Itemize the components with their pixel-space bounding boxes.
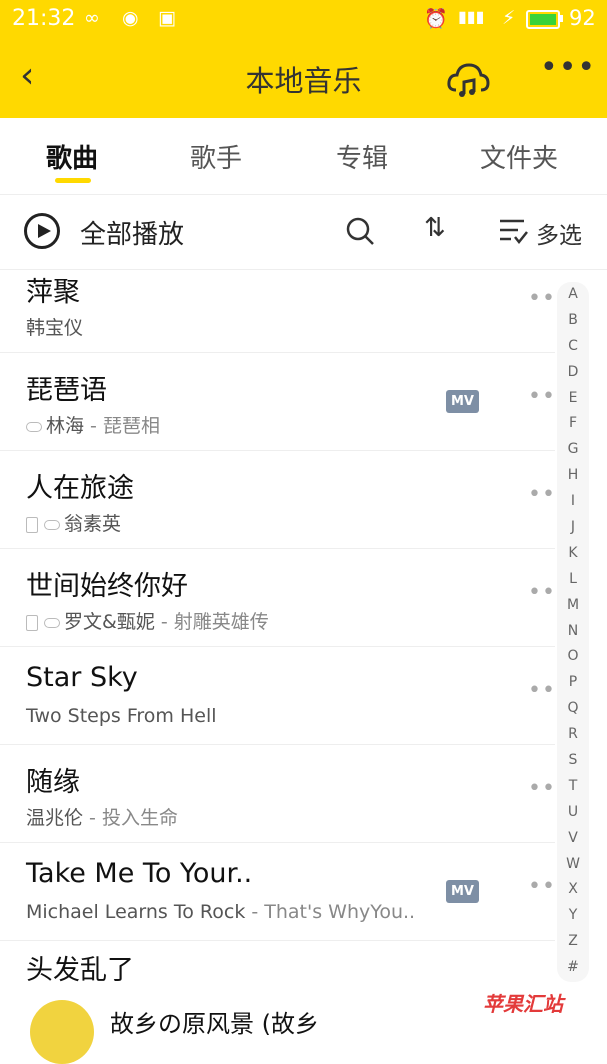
song-meta: 罗文&甄妮 - 射雕英雄传	[26, 607, 269, 634]
song-meta: 翁素英	[26, 509, 121, 536]
alphabet-index-letter[interactable]: K	[557, 541, 589, 567]
battery-cap	[560, 15, 563, 22]
song-row[interactable]: 琵琶语 林海 - 琵琶相 MV •••	[0, 352, 569, 451]
alphabet-index-letter[interactable]: X	[557, 877, 589, 903]
song-title: 萍聚	[26, 277, 80, 308]
song-artist: 韩宝仪	[26, 317, 84, 339]
alphabet-index-letter[interactable]: E	[557, 386, 589, 412]
alphabet-index[interactable]: A B C D E F G H I J K L M N O P Q R S T U V W X Y Z #	[557, 282, 589, 982]
multi-select-button[interactable]: 多选	[536, 216, 582, 250]
charging-icon: ⚡	[502, 7, 516, 29]
mini-player-album-art[interactable]	[30, 1000, 94, 1064]
song-title: 世间始终你好	[26, 571, 188, 602]
page-title: 本地音乐	[245, 64, 362, 98]
song-title: Take Me To Your..	[26, 858, 253, 889]
watermark: 苹果汇站	[483, 992, 563, 1016]
cloud-icon	[44, 617, 60, 628]
alphabet-index-letter[interactable]: C	[557, 334, 589, 360]
alphabet-index-letter[interactable]: S	[557, 748, 589, 774]
play-circle-icon[interactable]	[24, 213, 60, 249]
song-meta: 林海 - 琵琶相	[26, 411, 160, 438]
alphabet-index-letter[interactable]: T	[557, 774, 589, 800]
alphabet-index-letter[interactable]: F	[557, 411, 589, 437]
alphabet-index-letter[interactable]: Q	[557, 696, 589, 722]
mv-badge[interactable]: MV	[446, 390, 479, 413]
song-artist: 温兆伦	[26, 807, 84, 829]
alphabet-index-letter[interactable]: O	[557, 644, 589, 670]
song-row[interactable]: 萍聚 韩宝仪 •••	[0, 254, 569, 353]
image-icon: ▣	[158, 7, 176, 29]
alphabet-index-letter[interactable]: Y	[557, 903, 589, 929]
tab-songs[interactable]: 歌曲	[46, 138, 98, 175]
tab-albums[interactable]: 专辑	[336, 138, 388, 175]
local-file-icon	[26, 516, 38, 533]
alphabet-index-letter[interactable]: I	[557, 489, 589, 515]
song-title: 人在旅途	[26, 473, 134, 504]
song-album: - 射雕英雄传	[154, 611, 269, 633]
song-title: 琵琶语	[26, 375, 107, 406]
song-title: 随缘	[26, 767, 80, 798]
battery-icon	[526, 10, 560, 29]
active-tab-indicator	[55, 178, 91, 183]
alphabet-index-letter[interactable]: B	[557, 308, 589, 334]
alphabet-index-letter[interactable]: Z	[557, 929, 589, 955]
alphabet-index-letter[interactable]: L	[557, 567, 589, 593]
song-meta: Michael Learns To Rock - That's WhyYou..	[26, 901, 415, 923]
alarm-icon: ⏰	[424, 8, 448, 30]
alphabet-index-letter[interactable]: W	[557, 852, 589, 878]
song-artist: Michael Learns To Rock	[26, 901, 246, 923]
play-all-button[interactable]: 全部播放	[80, 214, 184, 251]
alphabet-index-letter[interactable]: #	[557, 955, 589, 981]
song-meta: Two Steps From Hell	[26, 705, 217, 727]
battery-percent: 92	[569, 6, 596, 30]
alphabet-index-letter[interactable]: V	[557, 826, 589, 852]
alphabet-index-letter[interactable]: P	[557, 670, 589, 696]
signal-icon: ▮▮▮	[458, 7, 485, 26]
infinity-icon: ∞	[84, 7, 100, 29]
alphabet-index-letter[interactable]: M	[557, 593, 589, 619]
mv-badge[interactable]: MV	[446, 880, 479, 903]
song-meta: 韩宝仪	[26, 313, 83, 340]
multi-select-icon[interactable]	[498, 217, 528, 245]
app-notification-icon: ◉	[122, 7, 139, 29]
cloud-music-icon[interactable]	[446, 60, 490, 100]
song-artist: 罗文&甄妮	[64, 611, 155, 633]
tab-folders[interactable]: 文件夹	[480, 138, 558, 175]
song-row[interactable]: 人在旅途 翁素英 •••	[0, 450, 569, 549]
song-row[interactable]: 随缘 温兆伦 - 投入生命 •••	[0, 744, 569, 843]
song-album: - 琵琶相	[84, 415, 160, 437]
alphabet-index-letter[interactable]: R	[557, 722, 589, 748]
song-row[interactable]: Take Me To Your.. Michael Learns To Rock…	[0, 842, 569, 941]
song-album: - That's WhyYou..	[245, 901, 416, 923]
alphabet-index-letter[interactable]: J	[557, 515, 589, 541]
clock: 21:32	[12, 6, 76, 31]
alphabet-index-letter[interactable]: H	[557, 463, 589, 489]
more-icon[interactable]: •••	[540, 50, 596, 85]
song-artist: Two Steps From Hell	[26, 705, 217, 727]
alphabet-index-letter[interactable]: D	[557, 360, 589, 386]
cloud-icon	[26, 421, 42, 432]
alphabet-index-letter[interactable]: G	[557, 437, 589, 463]
tab-artists[interactable]: 歌手	[190, 138, 242, 175]
song-title: 头发乱了	[26, 955, 134, 986]
mini-player-title[interactable]: 故乡の原风景 (故乡	[110, 1004, 319, 1039]
song-title: Star Sky	[26, 662, 138, 693]
alphabet-index-letter[interactable]: U	[557, 800, 589, 826]
header: ‹ 本地音乐 •••	[0, 38, 607, 118]
tab-bar: 歌曲 歌手 专辑 文件夹	[0, 118, 607, 195]
song-artist: 翁素英	[64, 513, 122, 535]
song-meta: 温兆伦 - 投入生命	[26, 803, 178, 830]
sort-icon[interactable]: ⇅	[424, 213, 446, 243]
status-bar: 21:32 ∞ ◉ ▣ ⏰ ▮▮▮ ⚡ 92	[0, 0, 607, 38]
cloud-icon	[44, 519, 60, 530]
song-album: - 投入生命	[83, 807, 178, 829]
search-icon[interactable]	[346, 217, 376, 247]
song-row[interactable]: 世间始终你好 罗文&甄妮 - 射雕英雄传 •••	[0, 548, 569, 647]
alphabet-index-letter[interactable]: A	[557, 282, 589, 308]
song-artist: 林海	[46, 415, 85, 437]
song-row[interactable]: Star Sky Two Steps From Hell •••	[0, 646, 569, 745]
alphabet-index-letter[interactable]: N	[557, 619, 589, 645]
local-file-icon	[26, 614, 38, 631]
